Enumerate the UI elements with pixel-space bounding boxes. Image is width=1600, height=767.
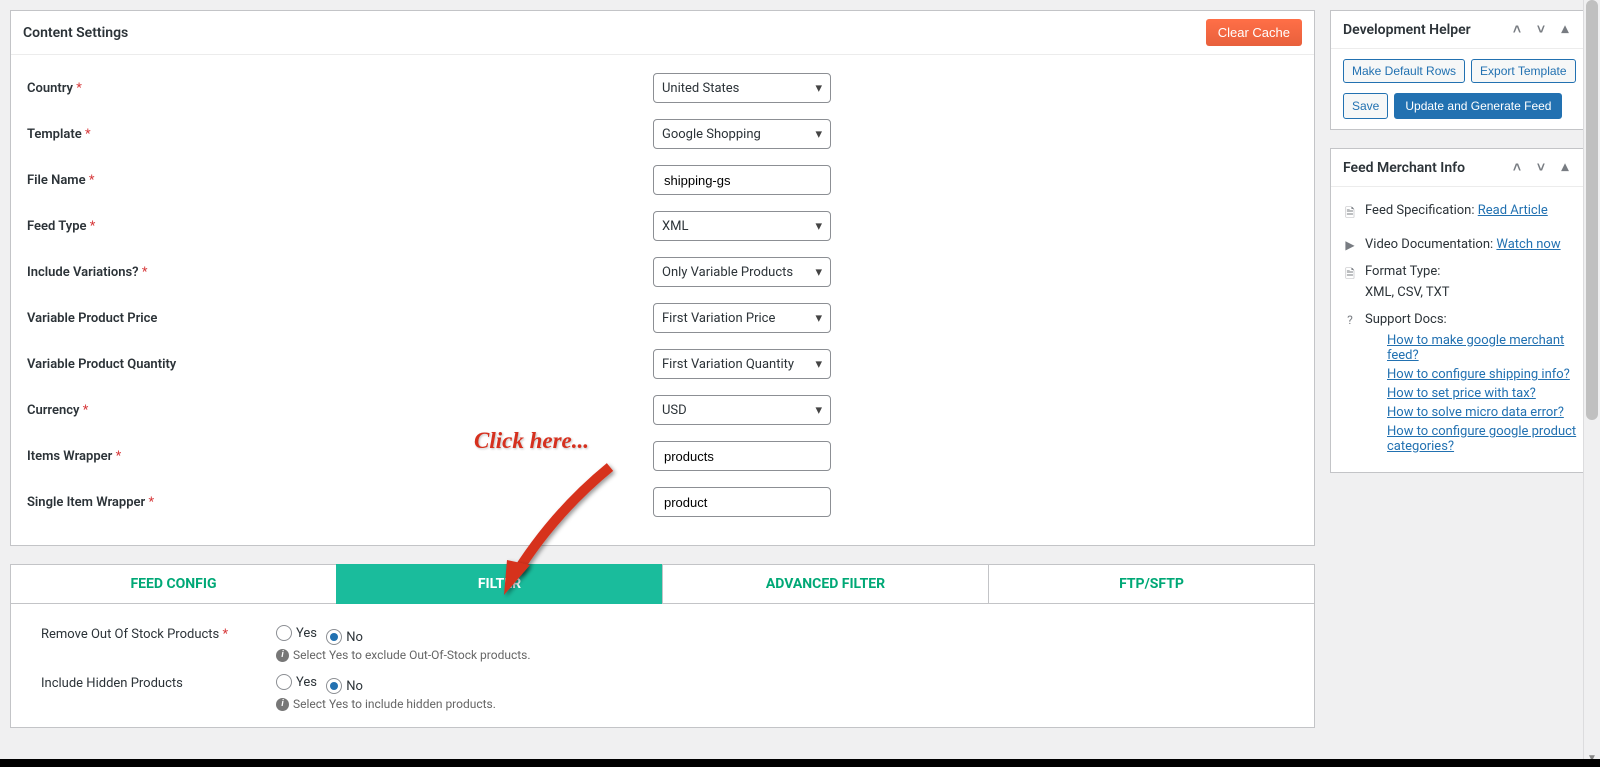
info-icon: i xyxy=(276,649,289,662)
include-variations-select[interactable]: Only Variable Products▾ xyxy=(653,257,831,287)
support-link-5[interactable]: How to configure google product categori… xyxy=(1387,424,1577,454)
tab-feed-config[interactable]: FEED CONFIG xyxy=(10,564,337,604)
template-label: Template * xyxy=(23,127,653,142)
chevron-down-icon[interactable]: ˅ xyxy=(1529,21,1553,38)
file-name-label: File Name * xyxy=(23,173,653,188)
tab-ftp[interactable]: FTP/SFTP xyxy=(988,564,1315,604)
dev-helper-title: Development Helper xyxy=(1343,22,1471,38)
include-hidden-no-radio[interactable]: No xyxy=(326,678,363,694)
clear-cache-button[interactable]: Clear Cache xyxy=(1206,19,1302,46)
info-icon: i xyxy=(276,698,289,711)
feed-type-label: Feed Type * xyxy=(23,219,653,234)
support-label: Support Docs: xyxy=(1365,312,1577,327)
scrollbar[interactable]: ▼ xyxy=(1583,0,1600,767)
feed-merchant-info-panel: Feed Merchant Info ˄ ˅ ▴ 🗎 Feed Specific… xyxy=(1330,148,1590,473)
support-link-2[interactable]: How to configure shipping info? xyxy=(1387,367,1570,382)
currency-label: Currency * xyxy=(23,403,653,418)
panel-title: Content Settings xyxy=(23,25,128,41)
scrollbar-thumb[interactable] xyxy=(1586,0,1598,420)
remove-oos-no-radio[interactable]: No xyxy=(326,629,363,645)
chevron-down-icon: ▾ xyxy=(815,265,822,280)
save-button[interactable]: Save xyxy=(1343,93,1388,119)
currency-select[interactable]: USD▾ xyxy=(653,395,831,425)
video-label: Video Documentation: xyxy=(1365,237,1493,252)
variable-qty-label: Variable Product Quantity xyxy=(23,357,653,372)
export-template-button[interactable]: Export Template xyxy=(1471,59,1576,83)
include-hidden-yes-radio[interactable]: Yes xyxy=(276,674,317,690)
chevron-down-icon[interactable]: ˅ xyxy=(1529,159,1553,176)
format-label: Format Type: xyxy=(1365,264,1450,279)
support-link-4[interactable]: How to solve micro data error? xyxy=(1387,405,1564,420)
support-link-1[interactable]: How to make google merchant feed? xyxy=(1387,333,1577,363)
content-settings-panel: Content Settings Clear Cache Country * U… xyxy=(10,10,1315,546)
include-variations-label: Include Variations? * xyxy=(23,265,653,280)
country-label: Country * xyxy=(23,81,653,96)
help-icon: ? xyxy=(1343,313,1357,327)
remove-oos-yes-radio[interactable]: Yes xyxy=(276,625,317,641)
chevron-down-icon: ▾ xyxy=(815,81,822,96)
variable-qty-select[interactable]: First Variation Quantity▾ xyxy=(653,349,831,379)
single-item-wrapper-label: Single Item Wrapper * xyxy=(23,495,653,510)
tab-advanced-filter[interactable]: ADVANCED FILTER xyxy=(662,564,989,604)
bottom-bar xyxy=(0,759,1600,767)
feed-type-select[interactable]: XML▾ xyxy=(653,211,831,241)
include-hidden-hint: iSelect Yes to include hidden products. xyxy=(276,697,496,711)
format-value: XML, CSV, TXT xyxy=(1365,285,1450,300)
development-helper-panel: Development Helper ˄ ˅ ▴ Make Default Ro… xyxy=(1330,10,1590,130)
country-select[interactable]: United States▾ xyxy=(653,73,831,103)
chevron-up-icon[interactable]: ˄ xyxy=(1505,21,1529,38)
template-select[interactable]: Google Shopping▾ xyxy=(653,119,831,149)
document-icon: 🗎 xyxy=(1343,265,1357,286)
items-wrapper-label: Items Wrapper * xyxy=(23,449,653,464)
variable-price-label: Variable Product Price xyxy=(23,311,653,326)
filter-body: Remove Out Of Stock Products * Yes No iS… xyxy=(10,604,1315,728)
tab-filter[interactable]: FILTER xyxy=(336,564,663,604)
variable-price-select[interactable]: First Variation Price▾ xyxy=(653,303,831,333)
merchant-info-title: Feed Merchant Info xyxy=(1343,160,1465,176)
single-item-wrapper-input[interactable] xyxy=(653,487,831,517)
caret-up-icon[interactable]: ▴ xyxy=(1553,21,1577,38)
chevron-down-icon: ▾ xyxy=(815,311,822,326)
update-generate-feed-button[interactable]: Update and Generate Feed xyxy=(1394,93,1562,119)
support-link-3[interactable]: How to set price with tax? xyxy=(1387,386,1536,401)
chevron-down-icon: ▾ xyxy=(815,127,822,142)
include-hidden-label: Include Hidden Products xyxy=(41,674,276,691)
remove-oos-label: Remove Out Of Stock Products * xyxy=(41,625,276,642)
chevron-down-icon: ▾ xyxy=(815,403,822,418)
chevron-down-icon: ▾ xyxy=(815,219,822,234)
items-wrapper-input[interactable] xyxy=(653,441,831,471)
play-icon: ▶ xyxy=(1343,238,1357,252)
watch-now-link[interactable]: Watch now xyxy=(1496,237,1560,252)
make-default-rows-button[interactable]: Make Default Rows xyxy=(1343,59,1465,83)
spec-label: Feed Specification: xyxy=(1365,203,1475,218)
remove-oos-hint: iSelect Yes to exclude Out-Of-Stock prod… xyxy=(276,648,531,662)
tabs: FEED CONFIG FILTER ADVANCED FILTER FTP/S… xyxy=(10,564,1315,604)
caret-up-icon[interactable]: ▴ xyxy=(1553,159,1577,176)
document-icon: 🗎 xyxy=(1343,204,1357,225)
read-article-link[interactable]: Read Article xyxy=(1478,203,1548,218)
chevron-up-icon[interactable]: ˄ xyxy=(1505,159,1529,176)
file-name-input[interactable] xyxy=(653,165,831,195)
chevron-down-icon: ▾ xyxy=(815,357,822,372)
